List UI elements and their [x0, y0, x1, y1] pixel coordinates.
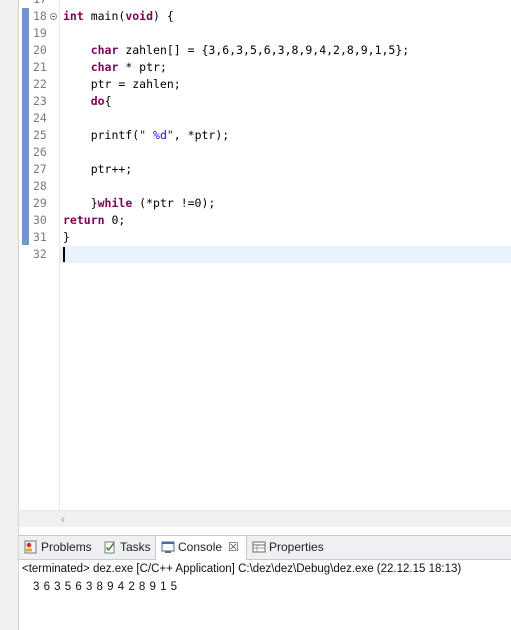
line-number: 20 — [33, 43, 47, 57]
line-number: 22 — [33, 77, 47, 91]
properties-icon — [252, 541, 266, 553]
line-number: 24 — [33, 111, 47, 125]
tasks-icon — [104, 541, 115, 554]
keyword: void — [125, 9, 154, 23]
line-number: 29 — [33, 196, 47, 210]
string-literal: " %d" — [139, 128, 174, 142]
code-line-20: char zahlen[] = {3,6,3,5,6,3,8,9,4,2,8,9… — [90, 43, 410, 57]
panel-tab-bar: Problems Tasks Console ☒ Properties — [19, 536, 511, 560]
keyword: while — [97, 196, 133, 210]
line-number: 32 — [33, 247, 47, 261]
code-text-area[interactable]: int main(void) { char zahlen[] = {3,6,3,… — [59, 0, 511, 510]
code-line-18: int main(void) { — [63, 9, 174, 23]
fold-collapse-icon[interactable] — [50, 13, 57, 20]
line-number: 31 — [33, 230, 47, 244]
problems-icon — [24, 540, 37, 554]
scroll-left-icon[interactable]: ‹ — [61, 511, 65, 527]
code-line-30: return 0; — [63, 213, 126, 227]
keyword: return — [63, 213, 105, 227]
line-number: 21 — [33, 60, 47, 74]
console-output[interactable]: 3 6 3 5 6 3 8 9 4 2 8 9 1 5 — [33, 579, 178, 595]
code-editor[interactable]: 17 18 19 20 21 22 23 24 25 26 27 28 29 3… — [19, 0, 511, 528]
line-number: 28 — [33, 179, 47, 193]
tab-console[interactable]: Console ☒ — [155, 536, 247, 560]
line-number: 26 — [33, 145, 47, 159]
console-icon — [161, 541, 175, 553]
code-line-29: }while (*ptr !=0); — [63, 196, 216, 210]
code-line-22: ptr = zahlen; — [63, 77, 181, 91]
line-number: 25 — [33, 128, 47, 142]
line-number: 17 — [33, 0, 57, 8]
code-line-27: ptr++; — [63, 162, 133, 176]
code-line-31: } — [63, 230, 70, 244]
tab-label: Tasks — [120, 540, 151, 554]
horizontal-scrollbar[interactable]: ‹ — [19, 510, 511, 527]
line-number: 23 — [33, 94, 47, 108]
tab-label: Console — [178, 540, 223, 554]
code-line-21: char * ptr; — [90, 60, 167, 74]
window-left-frame — [0, 0, 19, 630]
tab-properties[interactable]: Properties — [247, 536, 329, 559]
change-ruler — [19, 0, 33, 510]
tab-tasks[interactable]: Tasks — [98, 536, 155, 559]
text-caret — [63, 247, 65, 262]
close-icon[interactable]: ☒ — [228, 536, 239, 558]
code-line-25: printf(" %d", *ptr); — [63, 128, 230, 142]
keyword: int — [63, 9, 84, 23]
line-number: 30 — [33, 213, 47, 227]
keyword: char — [90, 43, 119, 57]
tab-problems[interactable]: Problems — [19, 536, 98, 559]
change-marker — [22, 8, 29, 245]
keyword: char — [90, 60, 119, 74]
tab-label: Problems — [41, 540, 92, 554]
bottom-panel: Problems Tasks Console ☒ Properties <ter… — [19, 535, 511, 630]
line-number: 19 — [33, 26, 47, 40]
tab-label: Properties — [269, 540, 324, 554]
current-line-highlight — [60, 246, 511, 263]
console-status: <terminated> dez.exe [C/C++ Application]… — [22, 563, 462, 575]
line-number-ruler: 17 18 19 20 21 22 23 24 25 26 27 28 29 3… — [33, 0, 59, 510]
keyword: do — [90, 94, 105, 108]
code-line-23: do{ — [90, 94, 112, 108]
line-number: 27 — [33, 162, 47, 176]
